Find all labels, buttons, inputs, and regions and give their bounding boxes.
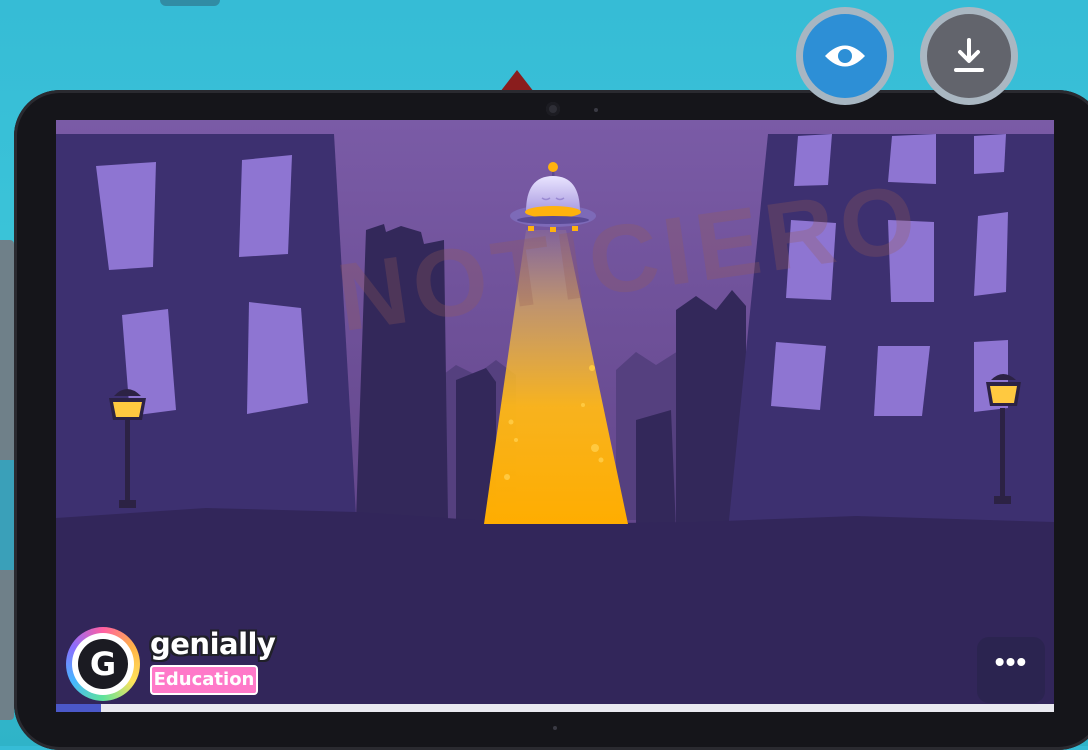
view-button[interactable] — [796, 7, 894, 105]
download-icon — [954, 38, 984, 72]
eye-icon — [825, 45, 865, 67]
progress-bar-fill — [56, 704, 101, 712]
genially-logo-icon: G — [78, 639, 128, 689]
presentation-screen[interactable]: NOTICIERO G genially Education ••• — [56, 120, 1054, 712]
tablet-bottom-sensor — [553, 726, 557, 730]
left-building — [56, 134, 356, 530]
more-options-button[interactable]: ••• — [977, 637, 1045, 703]
tablet-sensor — [594, 108, 598, 112]
ellipsis-icon: ••• — [994, 646, 1028, 677]
education-badge: Education — [150, 665, 258, 695]
background-decoration — [160, 0, 220, 6]
background-roof-shape — [500, 70, 534, 92]
download-button[interactable] — [920, 7, 1018, 105]
genially-education-logo[interactable]: G genially Education — [66, 625, 276, 705]
tablet-camera — [546, 102, 560, 116]
presentation-progress-bar[interactable] — [56, 704, 1054, 712]
brand-name: genially — [150, 627, 276, 661]
